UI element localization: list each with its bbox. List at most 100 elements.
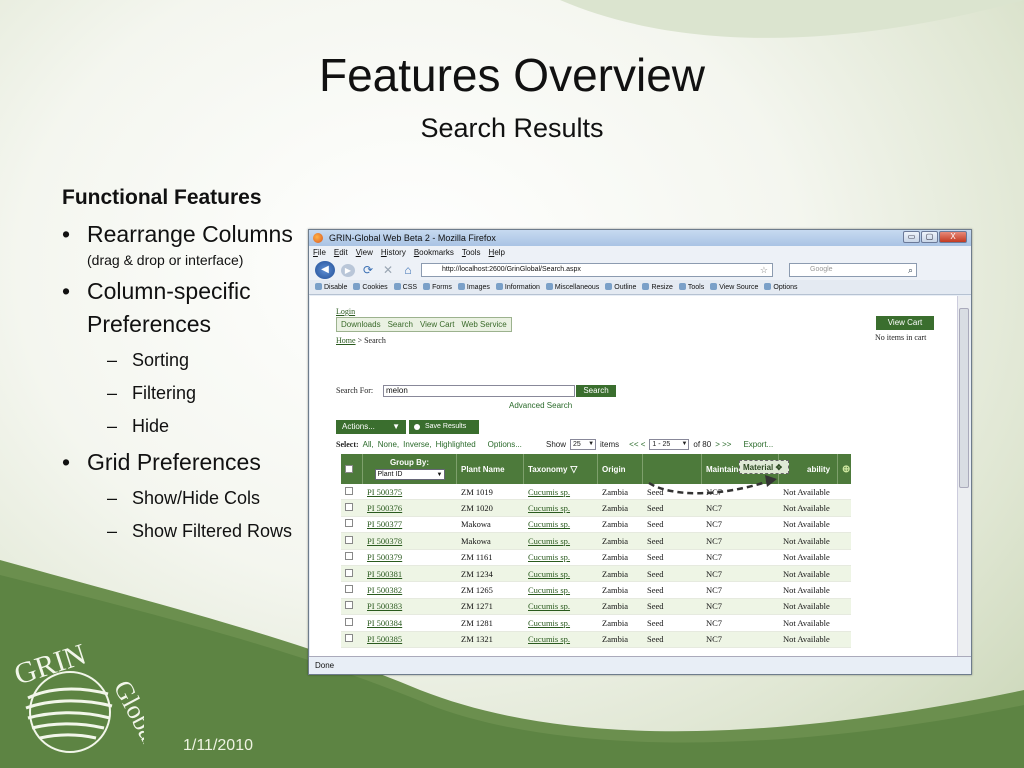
table-row[interactable]: PI 500378 Makowa Cucumis sp. Zambia Seed NC7 N… [341,533,851,550]
export-link[interactable]: Export... [743,440,773,449]
plant-id-cell[interactable]: PI 500382 [363,585,457,595]
taxonomy-cell[interactable]: Cucumis sp. [524,569,598,579]
header-taxonomy[interactable]: Taxonomy ▽ [524,454,598,484]
minimize-button[interactable]: ▭ [903,231,920,243]
options-link[interactable]: Options... [488,440,522,449]
row-checkbox[interactable] [341,535,363,546]
row-checkbox[interactable] [341,585,363,595]
header-origin[interactable]: Origin [598,454,643,484]
toolbar-resize[interactable]: Resize [642,283,672,291]
table-row[interactable]: PI 500381 ZM 1234 Cucumis sp. Zambia Seed NC7… [341,565,851,583]
row-checkbox[interactable] [341,601,363,611]
checkbox[interactable] [345,535,353,544]
nav-view-cart[interactable]: View Cart [420,318,455,331]
row-checkbox[interactable] [341,568,363,579]
table-row[interactable]: PI 500382 ZM 1265 Cucumis sp. Zambia Seed NC7… [341,582,851,599]
vertical-scrollbar[interactable] [957,296,970,656]
menu-bookmarks[interactable]: Bookmarks [414,246,454,260]
nav-web-service[interactable]: Web Service [461,318,506,331]
toolbar-miscellaneous[interactable]: Miscellaneous [546,283,599,291]
taxonomy-cell[interactable]: Cucumis sp. [524,634,598,644]
checkbox[interactable] [345,568,353,577]
checkbox[interactable] [345,585,353,594]
plant-id-cell[interactable]: PI 500379 [363,552,457,562]
row-checkbox[interactable] [341,634,363,644]
search-input[interactable]: melon [383,385,575,397]
row-checkbox[interactable] [341,552,363,562]
checkbox[interactable] [345,601,353,610]
table-row[interactable]: PI 500384 ZM 1281 Cucumis sp. Zambia Seed NC7… [341,615,851,632]
login-link[interactable]: Login [336,307,355,316]
forward-icon[interactable]: ▶ [341,263,355,277]
page-size-select[interactable]: 25 ▼ [570,439,597,450]
scroll-thumb[interactable] [959,308,969,488]
search-engine-box[interactable]: Google ⌕ [789,263,917,277]
toolbar-disable[interactable]: Disable [315,283,347,291]
advanced-search-link[interactable]: Advanced Search [509,401,572,410]
toolbar-cookies[interactable]: Cookies [353,283,387,291]
actions-dropdown[interactable]: Actions... ▼ [336,420,406,434]
breadcrumb-home[interactable]: Home [336,336,356,345]
taxonomy-cell[interactable]: Cucumis sp. [524,601,598,611]
taxonomy-cell[interactable]: Cucumis sp. [524,536,598,546]
select-inverse-link[interactable]: Inverse, [403,440,431,449]
row-checkbox[interactable] [341,519,363,529]
checkbox[interactable] [345,519,353,528]
menu-view[interactable]: View [356,246,373,260]
address-bar[interactable]: http://localhost:2600/GrinGlobal/Search.… [421,263,773,277]
search-button[interactable]: Search [576,385,616,397]
checkbox[interactable] [345,617,353,626]
plant-id-cell[interactable]: PI 500384 [363,618,457,628]
toolbar-options[interactable]: Options [764,283,797,291]
maximize-button[interactable]: ▢ [921,231,938,243]
table-row[interactable]: PI 500385 ZM 1321 Cucumis sp. Zambia Seed NC7… [341,631,851,648]
view-cart-button[interactable]: View Cart [876,316,934,330]
select-highlighted-link[interactable]: Highlighted [436,440,476,449]
taxonomy-cell[interactable]: Cucumis sp. [524,519,598,529]
taxonomy-cell[interactable]: Cucumis sp. [524,585,598,595]
checkbox[interactable] [345,552,353,561]
checkbox[interactable] [345,634,353,643]
taxonomy-cell[interactable]: Cucumis sp. [524,503,598,513]
taxonomy-cell[interactable]: Cucumis sp. [524,487,598,497]
menu-tools[interactable]: Tools [462,246,481,260]
checkbox[interactable] [345,486,353,495]
table-row[interactable]: PI 500377 Makowa Cucumis sp. Zambia Seed NC7 N… [341,517,851,534]
table-row[interactable]: PI 500379 ZM 1161 Cucumis sp. Zambia Seed NC7… [341,550,851,566]
toolbar-images[interactable]: Images [458,283,490,291]
home-icon[interactable]: ⌂ [401,263,415,277]
save-results-button[interactable]: Save Results [409,420,479,434]
stop-icon[interactable]: ✕ [381,263,395,277]
nav-downloads[interactable]: Downloads [341,318,381,331]
toolbar-outline[interactable]: Outline [605,283,636,291]
toolbar-tools[interactable]: Tools [679,283,704,291]
toolbar-css[interactable]: CSS [394,283,417,291]
nav-search[interactable]: Search [388,318,413,331]
bookmark-star-icon[interactable]: ☆ [760,264,768,276]
header-plant-name[interactable]: Plant Name [457,454,524,484]
row-checkbox[interactable] [341,503,363,513]
toolbar-information[interactable]: Information [496,283,540,291]
close-button[interactable]: X [939,231,967,243]
menu-file[interactable]: File [313,246,326,260]
toolbar-forms[interactable]: Forms [423,283,452,291]
magnifier-icon[interactable]: ⌕ [908,264,913,276]
table-row[interactable]: PI 500383 ZM 1271 Cucumis sp. Zambia Seed NC7… [341,598,851,616]
header-select-all[interactable] [341,454,363,484]
plant-id-cell[interactable]: PI 500378 [363,536,457,546]
row-checkbox[interactable] [341,486,363,497]
taxonomy-cell[interactable]: Cucumis sp. [524,618,598,628]
select-all-link[interactable]: All, [363,440,374,449]
plant-id-cell[interactable]: PI 500377 [363,519,457,529]
plant-id-cell[interactable]: PI 500376 [363,503,457,513]
taxonomy-cell[interactable]: Cucumis sp. [524,552,598,562]
select-none-link[interactable]: None, [378,440,399,449]
toolbar-view-source[interactable]: View Source [710,283,758,291]
menu-edit[interactable]: Edit [334,246,348,260]
add-column-icon[interactable]: ⊕ [838,454,851,484]
filter-icon[interactable]: ▽ [570,464,577,475]
prev-page-links[interactable]: << < [629,440,645,449]
menu-help[interactable]: Help [489,246,505,260]
plant-id-cell[interactable]: PI 500383 [363,601,457,611]
group-by-select[interactable]: Plant ID ▼ [374,469,445,480]
